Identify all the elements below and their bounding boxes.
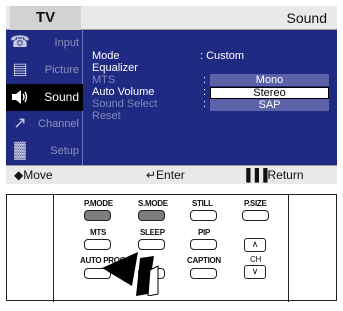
- osd-footer: ◆Move ↵Enter ▐▐▐Return: [6, 165, 337, 184]
- sidebar-item-input[interactable]: ☎ Input: [6, 30, 83, 57]
- separator: :: [203, 86, 207, 98]
- caption-label: CAPTION: [187, 256, 221, 265]
- sidebar-item-label: Channel: [38, 118, 79, 130]
- sidebar-item-label: Setup: [50, 145, 79, 157]
- antenna-icon: ↗: [13, 115, 27, 132]
- sidebar-item-picture[interactable]: ▤ Picture: [6, 57, 83, 84]
- smode-label: S.MODE: [138, 199, 168, 208]
- channel-down-button[interactable]: ∨: [244, 265, 266, 279]
- menu-item-sound-select[interactable]: Sound Select: [92, 98, 157, 110]
- sidebar-item-setup[interactable]: ▓ Setup: [6, 138, 83, 165]
- speaker-icon: [10, 88, 30, 106]
- input-icon: ☎: [10, 34, 30, 51]
- sidebar-item-label: Picture: [44, 64, 79, 76]
- mode-value: : Custom: [200, 50, 245, 62]
- separator: :: [203, 74, 207, 86]
- remote-illustration: P.MODE S.MODE STILL P.SIZE MTS SLEEP PIP…: [6, 194, 337, 302]
- osd-header: TV Sound: [6, 6, 337, 30]
- sidebar-item-label: Input: [54, 37, 79, 49]
- tv-osd-menu: TV Sound ☎ Input ▤ Picture Sound ↗ Chann…: [6, 6, 337, 184]
- osd-sound-menu: Mode : Custom Equalizer MTS : Mono Auto …: [84, 30, 337, 165]
- pip-button[interactable]: [190, 239, 217, 250]
- channel-up-button[interactable]: ∧: [244, 238, 266, 252]
- sidebar-item-channel[interactable]: ↗ Channel: [6, 111, 83, 138]
- still-label: STILL: [192, 199, 213, 208]
- menu-item-mode[interactable]: Mode: [92, 50, 120, 62]
- mts-label: MTS: [90, 228, 106, 237]
- sleep-label: SLEEP: [140, 228, 165, 237]
- psize-button[interactable]: [242, 210, 269, 221]
- source-label: TV: [10, 6, 81, 30]
- picture-icon: ▤: [12, 61, 28, 78]
- still-button[interactable]: [190, 210, 217, 221]
- osd-sidebar: ☎ Input ▤ Picture Sound ↗ Channel ▓ Setu…: [6, 30, 83, 165]
- menu-title: Sound: [286, 10, 327, 26]
- pmode-label: P.MODE: [84, 199, 113, 208]
- separator: :: [203, 98, 207, 110]
- sidebar-item-sound[interactable]: Sound: [6, 84, 83, 111]
- sidebar-item-label: Sound: [44, 90, 79, 104]
- move-hint: ◆Move: [14, 168, 53, 182]
- psize-label: P.SIZE: [244, 199, 267, 208]
- enter-hint: ↵Enter: [146, 168, 185, 182]
- ch-label: CH: [250, 255, 261, 264]
- pmode-button[interactable]: [84, 210, 111, 221]
- setup-icon: ▓: [14, 142, 26, 159]
- caption-button[interactable]: [190, 268, 217, 279]
- menu-item-auto-volume[interactable]: Auto Volume: [92, 86, 154, 98]
- return-hint: ▐▐▐Return: [242, 168, 304, 182]
- pointer-hand-icon: [102, 252, 159, 296]
- pip-label: PIP: [198, 228, 210, 237]
- smode-button[interactable]: [138, 210, 165, 221]
- menu-item-mts[interactable]: MTS: [92, 74, 115, 86]
- mts-option-stereo[interactable]: Stereo: [210, 87, 329, 99]
- remote-body: P.MODE S.MODE STILL P.SIZE MTS SLEEP PIP…: [53, 194, 289, 302]
- mts-option-mono[interactable]: Mono: [210, 74, 329, 86]
- menu-item-equalizer[interactable]: Equalizer: [92, 62, 138, 74]
- mts-option-sap[interactable]: SAP: [210, 99, 329, 111]
- menu-item-reset[interactable]: Reset: [92, 110, 121, 122]
